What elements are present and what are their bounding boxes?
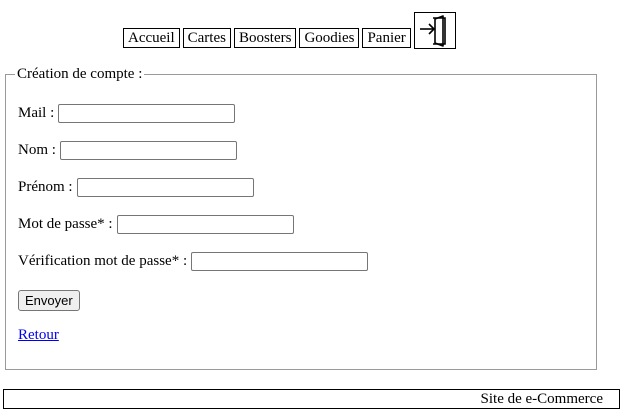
nav-item-boosters[interactable]: Boosters — [233, 28, 297, 48]
mail-label: Mail : — [18, 105, 55, 121]
nom-input[interactable] — [59, 141, 237, 160]
nav-item-accueil[interactable]: Accueil — [123, 28, 180, 48]
prenom-row: Prénom : — [18, 178, 254, 197]
nav-item-cartes[interactable]: Cartes — [182, 28, 231, 48]
mail-row: Mail : — [18, 104, 236, 123]
mail-input[interactable] — [58, 104, 236, 123]
sign-in-icon — [419, 15, 446, 47]
password-confirm-label: Vérification mot de passe* : — [18, 253, 188, 269]
nom-label: Nom : — [18, 142, 56, 158]
form-legend: Création de compte : — [17, 66, 143, 82]
sign-in-button[interactable] — [413, 12, 456, 49]
prenom-input[interactable] — [76, 178, 254, 197]
main-nav: Accueil Cartes Boosters Goodies Panier — [123, 11, 456, 49]
password-label: Mot de passe* : — [18, 216, 113, 232]
password-confirm-row: Vérification mot de passe* : — [18, 252, 369, 271]
password-row: Mot de passe* : — [18, 215, 294, 234]
nom-row: Nom : — [18, 141, 237, 160]
password-confirm-input[interactable] — [191, 252, 369, 271]
password-input[interactable] — [116, 215, 294, 234]
nav-item-goodies[interactable]: Goodies — [299, 28, 360, 48]
prenom-label: Prénom : — [18, 179, 73, 195]
footer: Site de e-Commerce — [3, 389, 620, 409]
submit-button[interactable]: Envoyer — [18, 290, 80, 311]
back-link[interactable]: Retour — [18, 327, 59, 344]
nav-item-panier[interactable]: Panier — [362, 28, 411, 48]
footer-text: Site de e-Commerce — [480, 391, 603, 407]
